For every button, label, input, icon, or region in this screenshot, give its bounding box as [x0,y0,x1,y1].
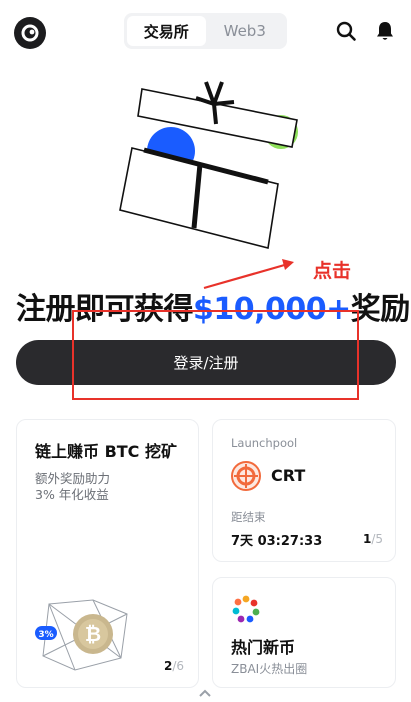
login-register-button[interactable]: 登录/注册 [16,340,396,385]
crt-token-name: CRT [271,466,306,485]
btc-mining-card[interactable]: 链上赚币 BTC 挖矿 额外奖励助力 3% 年化收益 ₿ 3% 2/6 [16,419,199,688]
hot-coins-subtitle: ZBAI火热出圈 [231,662,308,676]
mining-badge: 3% [38,630,53,640]
mining-pager: 2/6 [164,659,184,673]
mining-page-total: /6 [172,659,185,673]
hot-new-coins-card[interactable]: 热门新币 ZBAI火热出圈 [212,577,396,688]
hot-coins-title: 热门新币 [231,638,296,657]
launchpool-card[interactable]: Launchpool CRT 距结束 7天 03:27:33 1/5 [212,419,396,562]
btc-mining-illustration: ₿ 3% [35,599,128,671]
bell-icon[interactable] [374,20,396,42]
svg-text:₿: ₿ [85,622,101,646]
launchpool-label: Launchpool [231,436,298,450]
signup-reward-headline: 注册即可获得 $10,000+ 奖励 [16,284,410,328]
launchpool-pager: 1/5 [363,532,383,546]
annotation-label: 点击 [313,260,352,282]
hot-coins-icon [232,595,260,623]
crt-token-icon [231,461,261,491]
chevron-up-icon[interactable] [198,688,212,698]
app-page: 交易所 Web3 点击 注册即可获得 $10,000+ 奖励 登录/注册 链上赚… [0,0,411,702]
headline-suffix: 奖励 [350,292,411,327]
mining-apr: 3% 年化收益 [35,487,109,502]
headline-prefix: 注册即可获得 [16,292,194,327]
mining-title: 链上赚币 BTC 挖矿 [35,442,177,461]
tab-web3[interactable]: Web3 [206,16,285,46]
exchange-logo-icon[interactable] [14,17,46,49]
launchpool-page-total: /5 [371,532,384,546]
search-icon[interactable] [335,20,357,42]
exchange-web3-switch: 交易所 Web3 [124,13,287,49]
countdown-label: 距结束 [231,510,266,524]
reward-amount: $10,000+ [193,292,351,327]
countdown-value: 7天 03:27:33 [231,534,323,549]
gift-box-illustration [119,81,298,249]
tab-exchange[interactable]: 交易所 [127,16,206,46]
